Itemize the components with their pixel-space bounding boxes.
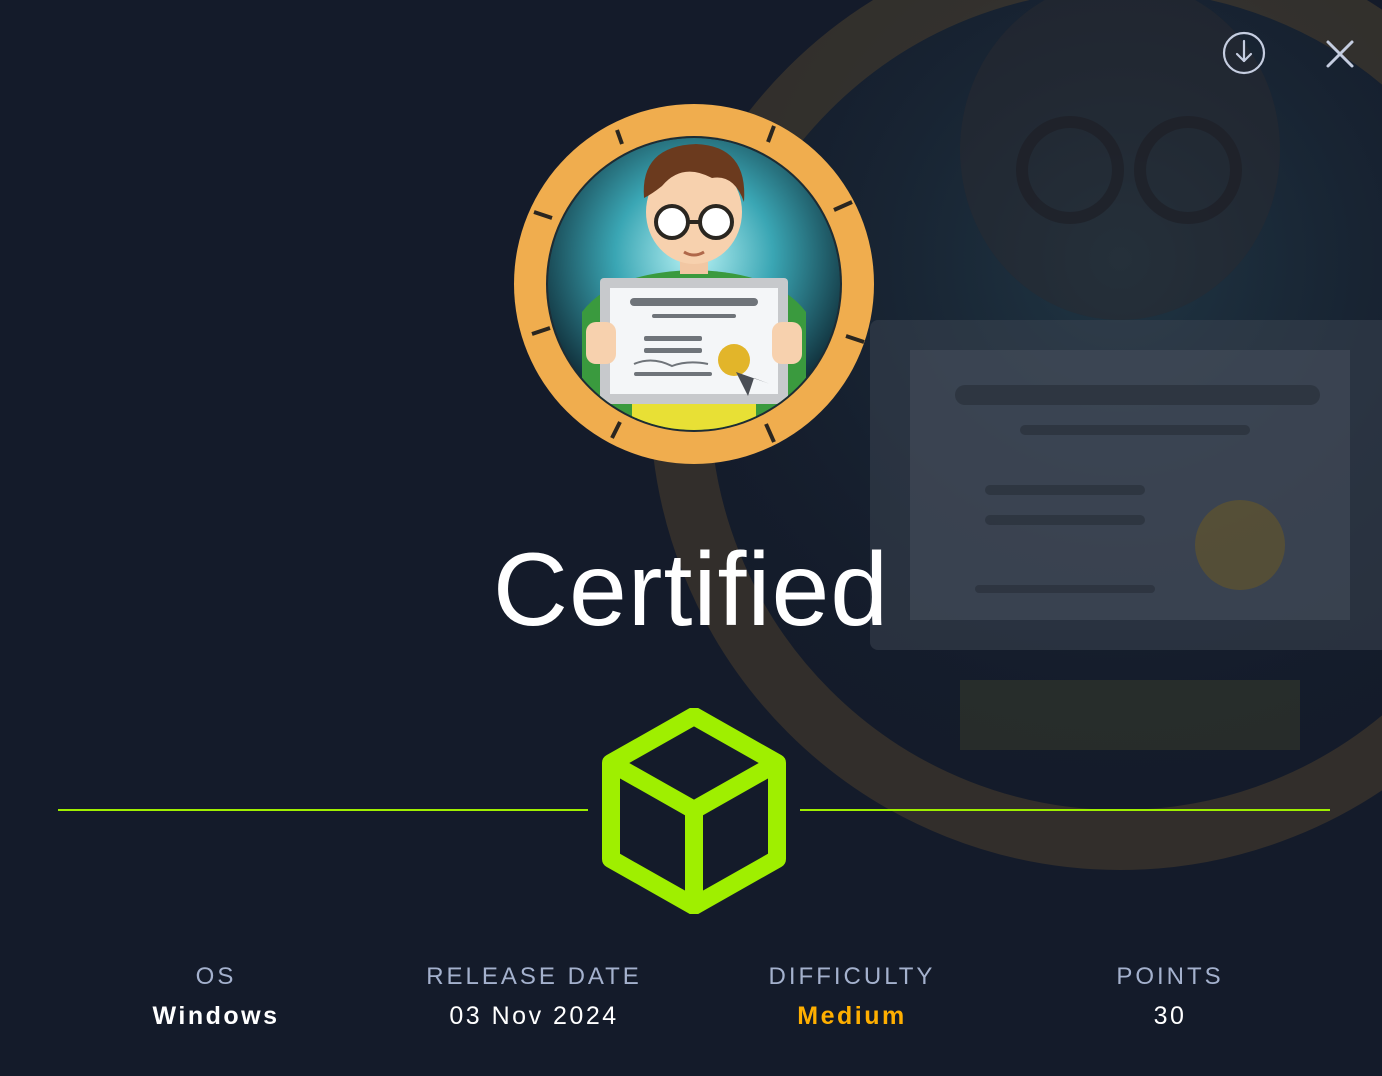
stat-release-date-label: RELEASE DATE: [426, 963, 642, 990]
divider-right: [800, 809, 1330, 811]
stat-release-date-value: 03 Nov 2024: [449, 1002, 619, 1030]
download-button[interactable]: [1221, 30, 1267, 76]
stat-release-date: RELEASE DATE 03 Nov 2024: [384, 962, 684, 1033]
stat-os-value: Windows: [152, 1002, 280, 1030]
stat-points: POINTS 30: [1020, 962, 1320, 1033]
download-circle-icon: [1222, 31, 1266, 75]
stat-difficulty: DIFFICULTY Medium: [702, 962, 1002, 1033]
divider-left: [58, 809, 588, 811]
stat-points-value: 30: [1153, 1002, 1187, 1030]
stat-difficulty-label: DIFFICULTY: [768, 963, 936, 990]
stat-points-label: POINTS: [1116, 963, 1224, 990]
stat-os: OS Windows: [66, 962, 366, 1033]
stat-os-label: OS: [195, 963, 237, 990]
close-icon: [1326, 40, 1354, 68]
machine-avatar: [514, 104, 874, 464]
close-button[interactable]: [1318, 32, 1362, 76]
cube-icon: [602, 708, 786, 914]
machine-title: Certified: [492, 532, 890, 648]
stat-difficulty-value: Medium: [797, 1002, 907, 1030]
